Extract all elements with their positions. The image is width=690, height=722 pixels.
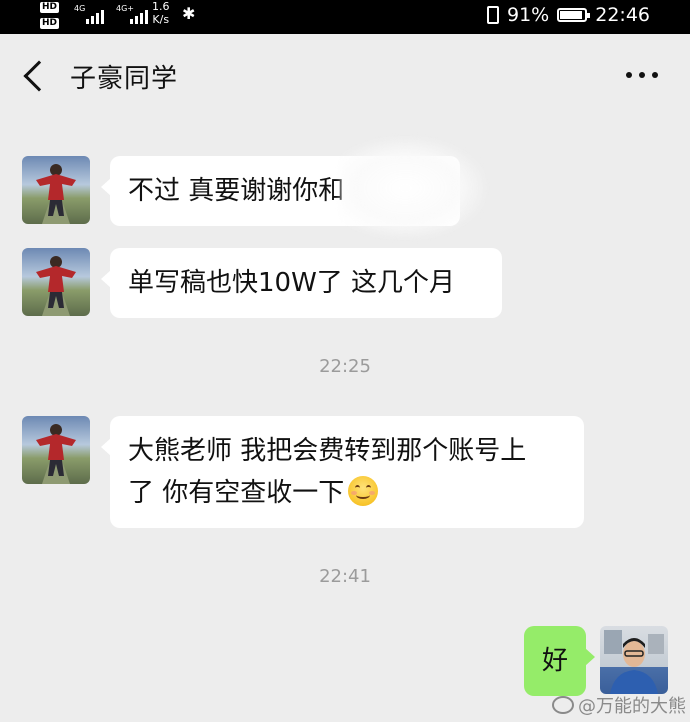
speed-unit: K/s [152, 13, 170, 26]
more-options-button[interactable] [626, 72, 658, 78]
timestamp: 22:41 [319, 566, 371, 587]
battery-percent: 91% [507, 4, 550, 26]
vibrate-icon [487, 6, 499, 24]
status-bar: HD HD 4G 4G+ 1.6 K/s ✱ 91% 22:46 [0, 0, 690, 34]
back-button[interactable] [14, 52, 55, 100]
hd-badge: HD [40, 18, 60, 29]
redaction-blur [340, 138, 485, 238]
message-bubble-outgoing[interactable]: 好 [524, 626, 595, 696]
avatar-figure-icon [36, 164, 76, 224]
signal-icon [86, 10, 104, 24]
message-text: 不过 真要谢谢你和 [128, 176, 345, 206]
contact-avatar[interactable] [22, 248, 90, 316]
network-speed: 1.6 K/s [152, 0, 170, 26]
message-text: 了 你有空查收一下 [128, 478, 345, 508]
speed-value: 1.6 [152, 0, 170, 13]
hd-badge: HD [40, 2, 60, 13]
message-text: 单写稿也快10W了 这几个月 [128, 268, 456, 298]
watermark-text: @万能的大熊 [578, 696, 686, 717]
dot-icon [639, 72, 645, 78]
message-text-line: 了 你有空查收一下 [128, 472, 566, 514]
dot-icon [626, 72, 632, 78]
avatar-person-icon [604, 630, 664, 694]
battery-icon [557, 8, 591, 22]
status-bar-right: 91% 22:46 [487, 4, 650, 26]
my-avatar[interactable] [600, 626, 668, 694]
contact-avatar[interactable] [22, 416, 90, 484]
contact-avatar[interactable] [22, 156, 90, 224]
weibo-icon [552, 696, 574, 714]
message-bubble[interactable]: 单写稿也快10W了 这几个月 [101, 248, 502, 318]
chat-title: 子豪同学 [70, 64, 179, 94]
avatar-figure-icon [36, 256, 76, 316]
message-bubble[interactable]: 大熊老师 我把会费转到那个账号上 了 你有空查收一下 [101, 416, 584, 528]
clock: 22:46 [595, 4, 650, 26]
signal-icon [130, 10, 148, 24]
weibo-watermark: @万能的大熊 [552, 692, 686, 718]
back-arrow-icon [23, 60, 55, 92]
message-text: 大熊老师 我把会费转到那个账号上 [128, 436, 527, 466]
smile-emoji-icon [348, 476, 379, 506]
chat-header: 子豪同学 [0, 34, 690, 118]
network-label: 4G [74, 4, 86, 13]
avatar-figure-icon [36, 424, 76, 484]
bluetooth-icon: ✱ [182, 4, 196, 23]
message-text: 好 [541, 646, 568, 676]
timestamp: 22:25 [319, 356, 371, 377]
dot-icon [652, 72, 658, 78]
